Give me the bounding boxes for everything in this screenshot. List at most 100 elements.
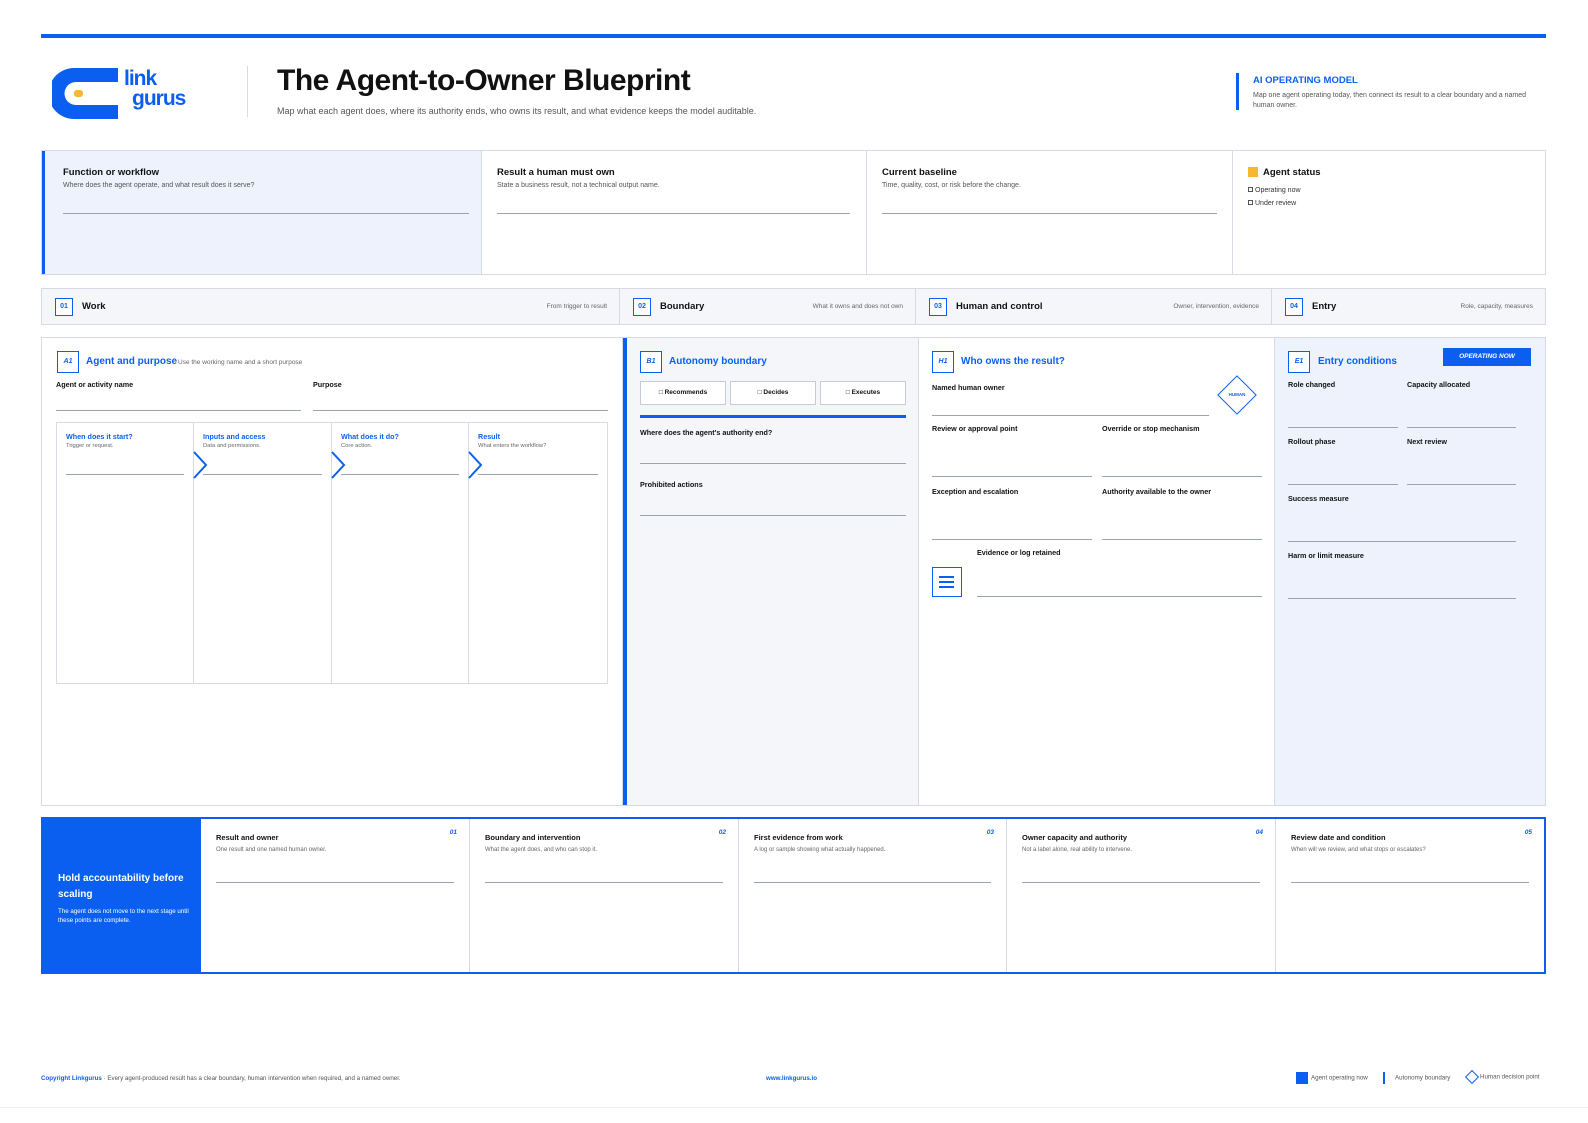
chevron-right-icon	[468, 451, 483, 479]
footer-url-link[interactable]: www.linkgurus.io	[766, 1075, 817, 1082]
success-measure-input-line[interactable]	[1288, 541, 1516, 542]
baseline-cell[interactable]: Current baseline Time, quality, cost, or…	[867, 151, 1233, 274]
function-input-line[interactable]	[63, 213, 469, 214]
stage-start[interactable]: When does it start? Trigger or request.	[57, 422, 194, 684]
option-decides[interactable]: □ Decides	[730, 381, 816, 405]
human-panel: H1 Who owns the result? Named human owne…	[919, 338, 1275, 805]
option-recommends[interactable]: □ Recommends	[640, 381, 726, 405]
tab-boundary[interactable]: 02 Boundary What it owns and does not ow…	[620, 289, 916, 324]
agent-name-input-line[interactable]	[56, 410, 301, 411]
legend-human-decision: Human decision point	[1464, 1069, 1540, 1085]
baseline-title: Current baseline	[882, 167, 957, 178]
checkpoint-evidence[interactable]: 03 First evidence from work A log or sam…	[739, 819, 1007, 972]
stage-input-line[interactable]	[66, 474, 184, 475]
status-option-operating[interactable]: Operating now	[1248, 187, 1301, 194]
tab-entry[interactable]: 04 Entry Role, capacity, measures	[1272, 289, 1545, 324]
capacity-input-line[interactable]	[1407, 427, 1516, 428]
stage-inputs[interactable]: Inputs and access Data and permissions.	[194, 422, 332, 684]
tab-number: 01	[55, 298, 73, 316]
tab-human-control[interactable]: 03 Human and control Owner, intervention…	[916, 289, 1272, 324]
stage-result[interactable]: Result What enters the workflow?	[469, 422, 607, 684]
stage-input-line[interactable]	[478, 474, 598, 475]
tab-number: 02	[633, 298, 651, 316]
tab-description: What it owns and does not own	[812, 303, 903, 310]
checkpoint-boundary[interactable]: 02 Boundary and intervention What the ag…	[470, 819, 739, 972]
purpose-input-line[interactable]	[313, 410, 608, 411]
option-executes[interactable]: □ Executes	[820, 381, 906, 405]
stage-title: When does it start?	[66, 432, 133, 441]
stage-input-line[interactable]	[341, 474, 459, 475]
result-input-line[interactable]	[497, 213, 850, 214]
entry-panel: E1 Entry conditions OPERATING NOW Role c…	[1275, 338, 1545, 805]
diamond-icon	[1464, 1069, 1480, 1085]
override-input-line[interactable]	[1102, 476, 1262, 477]
header-divider	[247, 66, 248, 117]
status-cell: Agent status Operating now Under review	[1233, 151, 1545, 274]
prohibited-input-line[interactable]	[640, 515, 906, 516]
stage-hint: Trigger or request.	[66, 443, 114, 449]
checkpoint-hint: What the agent does, and who can stop it…	[485, 847, 598, 853]
tab-work[interactable]: 01 Work From trigger to result	[42, 289, 620, 324]
checkpoint-result-owner[interactable]: 01 Result and owner One result and one n…	[201, 819, 470, 972]
checkbox-icon[interactable]	[1248, 200, 1253, 205]
review-label: Review or approval point	[932, 424, 1018, 433]
tab-description: Role, capacity, measures	[1460, 303, 1534, 310]
rollout-input-line[interactable]	[1288, 484, 1398, 485]
chevron-right-icon	[331, 451, 346, 479]
checkpoint-hint: When will we review, and what stops or e…	[1291, 847, 1426, 853]
function-hint: Where does the agent operate, and what r…	[63, 182, 255, 189]
next-review-input-line[interactable]	[1407, 484, 1516, 485]
boundary-panel: B1 Autonomy boundary □ Recommends □ Deci…	[623, 338, 919, 805]
checkpoint-input-line[interactable]	[1022, 882, 1260, 883]
entry-title: Entry conditions	[1318, 356, 1397, 367]
status-option-review[interactable]: Under review	[1248, 200, 1296, 207]
checkpoint-number: 04	[1255, 829, 1263, 836]
baseline-input-line[interactable]	[882, 213, 1217, 214]
boundary-badge: B1	[640, 351, 662, 373]
svg-text:gurus: gurus	[132, 87, 186, 110]
prohibited-label: Prohibited actions	[640, 480, 703, 489]
exception-input-line[interactable]	[932, 539, 1092, 540]
model-accent-bar	[1236, 73, 1239, 110]
result-title: Result a human must own	[497, 167, 615, 178]
function-cell[interactable]: Function or workflow Where does the agen…	[42, 151, 482, 274]
checkpoint-review[interactable]: 05 Review date and condition When will w…	[1276, 819, 1544, 972]
role-changed-input-line[interactable]	[1288, 427, 1398, 428]
checkpoint-hint: A log or sample showing what actually ha…	[754, 847, 886, 853]
agent-name-label: Agent or activity name	[56, 380, 134, 389]
evidence-input-line[interactable]	[977, 596, 1262, 597]
checkbox-icon[interactable]: □	[659, 389, 663, 396]
footer-copyright: Copyright Linkgurus · Every agent-produc…	[41, 1075, 401, 1082]
linkgurus-logo: link gurus link gurus	[48, 63, 212, 123]
status-square-icon	[1248, 167, 1258, 177]
boundary-title: Autonomy boundary	[669, 356, 767, 367]
checkpoint-input-line[interactable]	[485, 882, 723, 883]
checkpoint-capacity[interactable]: 04 Owner capacity and authority Not a la…	[1007, 819, 1276, 972]
checkbox-icon[interactable]: □	[846, 389, 850, 396]
checkpoint-input-line[interactable]	[216, 882, 454, 883]
checkpoint-input-line[interactable]	[1291, 882, 1529, 883]
review-input-line[interactable]	[932, 476, 1092, 477]
top-accent-bar	[41, 34, 1546, 38]
rollout-label: Rollout phase	[1288, 437, 1336, 446]
checkpoint-hint: Not a label alone, real ability to inter…	[1022, 847, 1133, 853]
checkpoint-number: 05	[1524, 829, 1532, 836]
checkbox-icon[interactable]	[1248, 187, 1253, 192]
purpose-label: Purpose	[313, 380, 342, 389]
checkbox-icon[interactable]: □	[758, 389, 762, 396]
checkpoint-input-line[interactable]	[754, 882, 991, 883]
checkpoint-hint: One result and one named human owner.	[216, 847, 327, 853]
owner-input-line[interactable]	[932, 415, 1209, 416]
model-label: AI OPERATING MODEL	[1253, 75, 1358, 86]
accountability-title: Hold accountability before scaling	[58, 873, 184, 900]
stage-title: What does it do?	[341, 432, 399, 441]
main-canvas: A1 Agent and purpose Use the working nam…	[41, 337, 1546, 806]
accountability-text: The agent does not move to the next stag…	[58, 908, 189, 924]
authority-end-input-line[interactable]	[640, 463, 906, 464]
checkpoint-number: 03	[986, 829, 994, 836]
owner-authority-input-line[interactable]	[1102, 539, 1262, 540]
harm-measure-input-line[interactable]	[1288, 598, 1516, 599]
stage-input-line[interactable]	[203, 474, 322, 475]
stage-action[interactable]: What does it do? Core action.	[332, 422, 469, 684]
result-cell[interactable]: Result a human must own State a business…	[482, 151, 867, 274]
